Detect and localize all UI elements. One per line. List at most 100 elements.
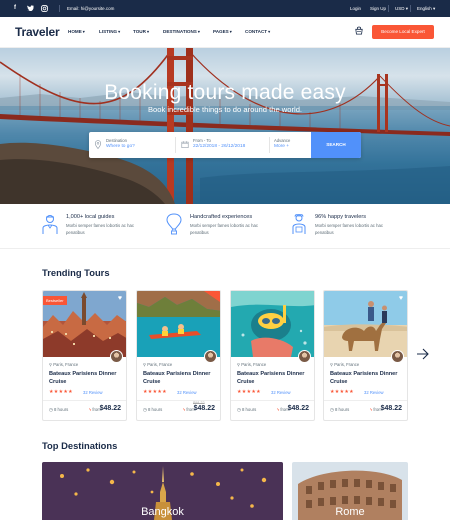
guide-icon — [42, 215, 58, 234]
tour-duration: ◷ 8 hours — [143, 407, 162, 413]
divider — [388, 5, 389, 12]
star-rating: ★★★★★ — [330, 389, 354, 395]
menu-label: LISTING — [99, 29, 118, 34]
menu-item-home[interactable]: HOME▾ — [68, 29, 85, 34]
tour-price: $48.22 — [99, 405, 121, 412]
tour-title[interactable]: Bateaux Parisiens Dinner Cruise — [330, 370, 406, 386]
destination-label: Destination — [106, 138, 127, 143]
divider — [231, 400, 314, 401]
review-count: 32 Review — [271, 390, 291, 395]
avatar — [110, 350, 123, 363]
divider — [410, 5, 411, 12]
main-nav: Traveler HOME▾ LISTING▾ TOUR▾ DESTINATIO… — [0, 17, 450, 48]
tour-card[interactable]: ♥ ⚲ Paris, France Bateaux Parisiens Dinn… — [323, 290, 408, 421]
tour-card[interactable]: ⚲ Paris, France Bateaux Parisiens Dinner… — [136, 290, 221, 421]
twitter-icon[interactable] — [27, 5, 34, 11]
avatar — [298, 350, 311, 363]
feature-title: 1,000+ local guides — [66, 214, 115, 220]
arrow-right-icon[interactable] — [416, 347, 430, 361]
login-link[interactable]: Login — [350, 6, 361, 11]
language-value: English — [417, 6, 432, 11]
tour-price: $48.22 — [193, 405, 215, 412]
bolt-icon: ϟ — [183, 407, 186, 412]
chevron-down-icon: ▾ — [197, 29, 200, 34]
instagram-icon[interactable] — [41, 5, 48, 12]
traveler-icon — [292, 214, 306, 234]
tour-location: ⚲ Paris, France — [237, 362, 266, 367]
duration-text: 8 hours — [334, 407, 350, 412]
menu-item-contact[interactable]: CONTACT▾ — [245, 29, 270, 34]
chevron-down-icon: ▾ — [82, 29, 85, 34]
advance-field[interactable]: Advance More + — [270, 132, 311, 158]
clock-icon: ◷ — [143, 407, 147, 412]
top-destinations-title: Top Destinations — [42, 440, 118, 451]
logo[interactable]: Traveler — [15, 25, 60, 39]
tour-duration: ◷ 8 hours — [330, 407, 349, 413]
tour-duration: ◷ 8 hours — [49, 407, 68, 413]
trending-tours-title: Trending Tours — [42, 267, 110, 278]
tour-location: ⚲ Paris, France — [143, 362, 172, 367]
menu-item-tour[interactable]: TOUR▾ — [133, 29, 149, 34]
bestseller-badge: Bestseller — [43, 296, 67, 305]
star-rating: ★★★★★ — [49, 389, 73, 395]
menu-item-pages[interactable]: PAGES▾ — [213, 29, 232, 34]
become-local-expert-button[interactable]: Become Local Expert — [372, 25, 434, 39]
date-range-field[interactable]: From - To 22/12/2018 - 26/12/2018 — [176, 132, 269, 158]
feature-desc: Morbi semper fames lobortis ac hac penat… — [66, 223, 135, 235]
language-select[interactable]: English ▾ — [417, 6, 435, 12]
menu-label: PAGES — [213, 29, 229, 34]
destination-name: Bangkok — [141, 506, 184, 518]
tour-price: $48.22 — [287, 405, 309, 412]
tour-image-camels — [324, 291, 407, 357]
duration-text: 8 hours — [241, 407, 257, 412]
location-pin-icon: ⚲ — [237, 362, 241, 367]
clock-icon: ◷ — [237, 407, 241, 412]
chevron-down-icon: ▾ — [229, 29, 232, 34]
divider — [324, 400, 407, 401]
tour-title[interactable]: Bateaux Parisiens Dinner Cruise — [143, 370, 219, 386]
location-text: Paris, France — [334, 362, 360, 367]
tour-card[interactable]: ⚲ Paris, France Bateaux Parisiens Dinner… — [230, 290, 315, 421]
tour-card[interactable]: Bestseller ♥ ⚲ Paris, France Bateaux Par… — [42, 290, 127, 421]
feature-handcrafted: Handcrafted experiences Morbi semper fam… — [166, 212, 276, 242]
star-rating: ★★★★★ — [237, 389, 261, 395]
location-pin-icon: ⚲ — [49, 362, 53, 367]
cart-icon[interactable] — [355, 26, 363, 35]
review-count: 32 Review — [83, 390, 103, 395]
heart-icon[interactable]: ♥ — [118, 295, 122, 302]
hero-subtitle: Book incredible things to do around the … — [147, 105, 303, 114]
dates-value: 22/12/2018 - 26/12/2018 — [193, 144, 246, 149]
hero-banner: Booking tours made easy Book incredible … — [0, 48, 450, 204]
divider — [137, 400, 220, 401]
feature-local-guides: 1,000+ local guides Morbi semper fames l… — [42, 212, 152, 242]
bolt-icon: ϟ — [89, 407, 92, 412]
contact-email[interactable]: Email: hi@yoursite.com — [67, 6, 114, 11]
location-text: Paris, France — [147, 362, 173, 367]
review-count: 32 Review — [364, 390, 384, 395]
avatar — [204, 350, 217, 363]
menu-item-listing[interactable]: LISTING▾ — [99, 29, 120, 34]
tour-title[interactable]: Bateaux Parisiens Dinner Cruise — [49, 370, 125, 386]
location-pin-icon: ⚲ — [143, 362, 147, 367]
feature-desc: Morbi semper fames lobortis ac hac penat… — [190, 223, 259, 235]
search-button[interactable]: SEARCH — [311, 132, 361, 158]
destination-card-rome[interactable]: Rome — [292, 462, 408, 520]
tour-title[interactable]: Bateaux Parisiens Dinner Cruise — [237, 370, 313, 386]
signup-link[interactable]: Sign Up — [370, 6, 386, 11]
facebook-icon[interactable]: f — [14, 5, 16, 12]
currency-select[interactable]: USD ▾ — [395, 6, 408, 12]
menu-label: DESTINATIONS — [163, 29, 197, 34]
tour-image-snorkel — [231, 291, 314, 357]
heart-icon[interactable]: ♥ — [399, 295, 403, 302]
balloon-icon — [166, 213, 182, 235]
menu-item-destinations[interactable]: DESTINATIONS▾ — [163, 29, 200, 34]
destination-card-bangkok[interactable]: Bangkok — [42, 462, 283, 520]
feature-title: 96% happy travelers — [315, 214, 366, 220]
clock-icon: ◷ — [49, 407, 53, 412]
chevron-down-icon: ▾ — [146, 29, 149, 34]
destination-name: Rome — [335, 506, 365, 518]
map-pin-icon — [94, 140, 102, 149]
menu-label: HOME — [68, 29, 82, 34]
destination-field[interactable]: Destination Where to go? — [89, 132, 175, 158]
tour-image-kayak — [137, 291, 220, 357]
